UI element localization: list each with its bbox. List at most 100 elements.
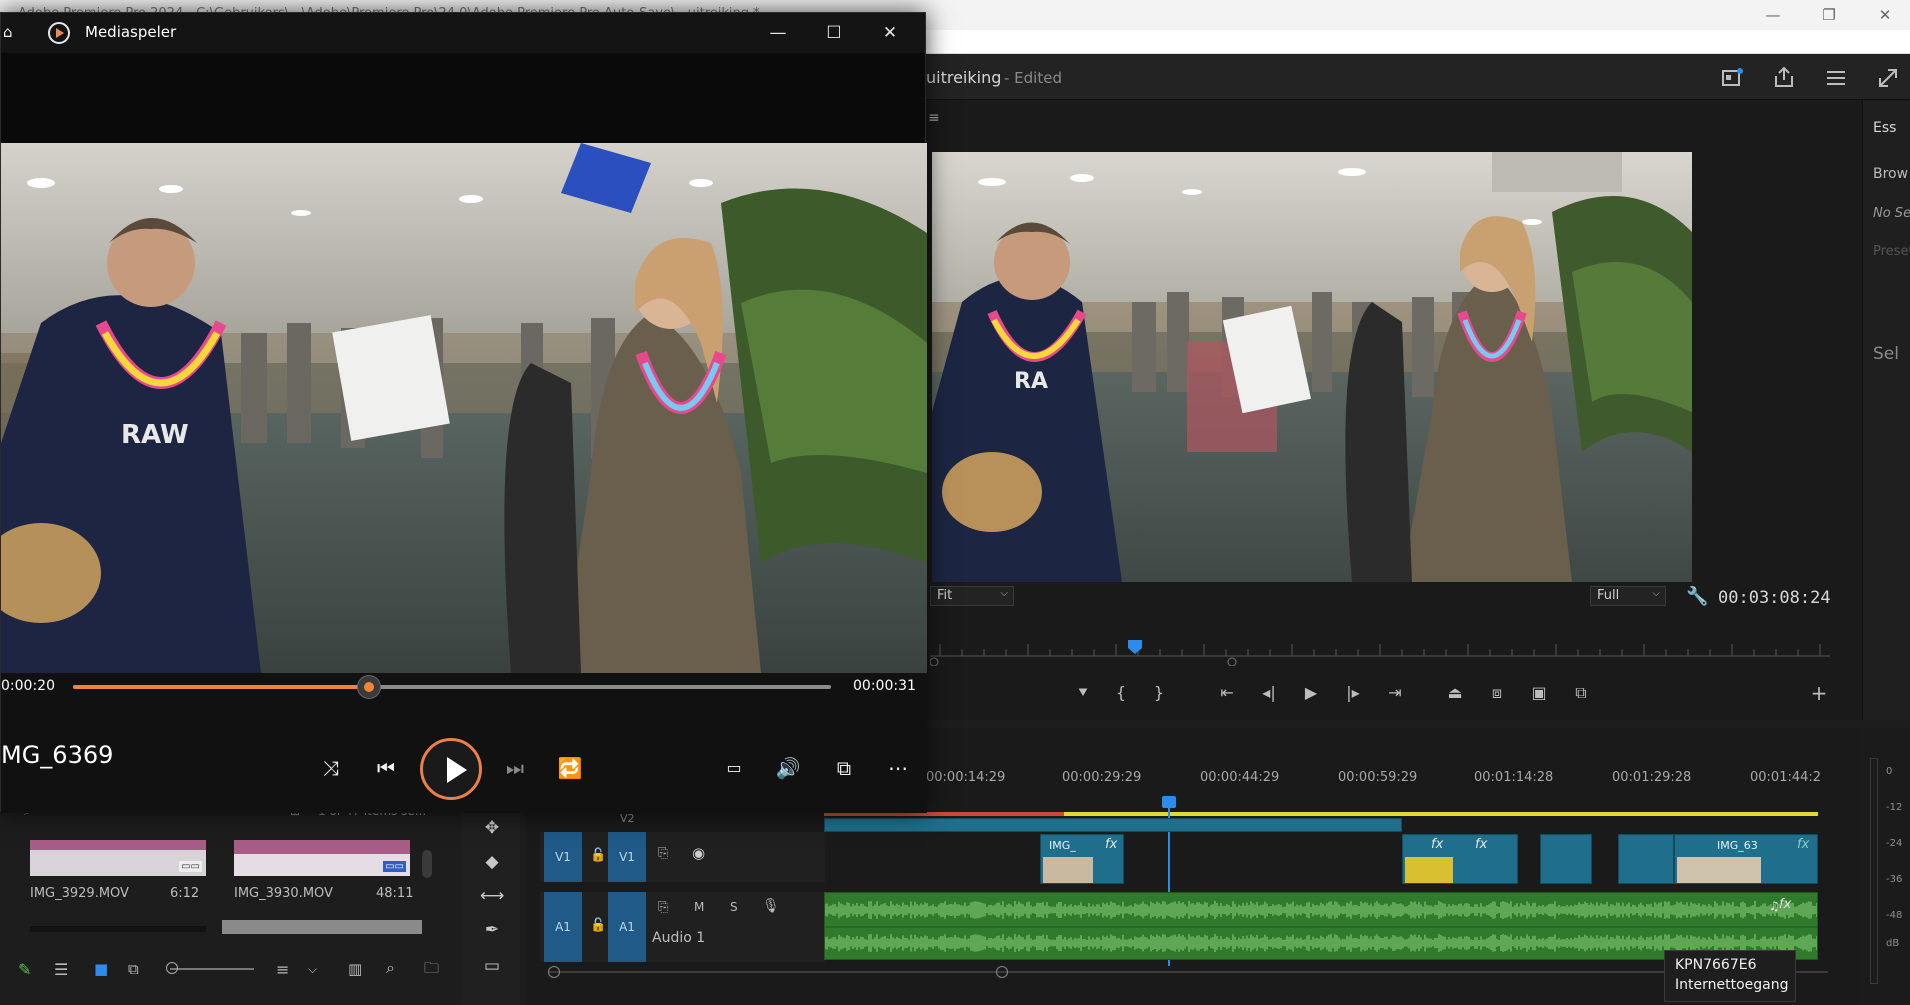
slip-icon[interactable]: ⟷ bbox=[480, 884, 504, 908]
fx-badge[interactable]: fx bbox=[1475, 837, 1487, 852]
solo-button[interactable]: S bbox=[730, 900, 738, 914]
a1-track-target[interactable]: A1 bbox=[608, 892, 646, 962]
button-editor-icon[interactable]: + bbox=[1806, 680, 1832, 706]
bin-scrollbar[interactable] bbox=[422, 850, 432, 878]
add-marker-icon[interactable]: ⯆ bbox=[1070, 680, 1096, 706]
new-bin-icon[interactable]: 🗀 bbox=[424, 958, 439, 983]
clip-thumbnail bbox=[1677, 857, 1761, 883]
timeline-scrollbar[interactable] bbox=[548, 966, 1828, 978]
video-clip[interactable] bbox=[1618, 834, 1674, 884]
v2-label: V2 bbox=[620, 812, 635, 825]
rectangle-icon[interactable]: ▭ bbox=[480, 954, 504, 978]
freeform-view-icon[interactable]: ⧉ bbox=[128, 960, 139, 978]
video-clip[interactable]: fx fx bbox=[1402, 834, 1518, 884]
extract-icon[interactable]: ⧈ bbox=[1484, 680, 1510, 706]
meter-label: -24 bbox=[1886, 838, 1903, 849]
icon-view-icon[interactable]: ■ bbox=[94, 960, 108, 978]
current-time: 0:00:20 bbox=[1, 678, 55, 694]
pencil-icon[interactable]: ✎ bbox=[18, 960, 31, 979]
step-back-icon[interactable]: ◂| bbox=[1256, 680, 1282, 706]
fx-badge[interactable]: fx bbox=[1105, 837, 1117, 852]
minimize-icon[interactable]: — bbox=[755, 17, 801, 49]
ripple-edit-icon[interactable]: ✥ bbox=[480, 816, 504, 840]
eye-icon[interactable]: ◉ bbox=[692, 844, 705, 862]
program-timecode[interactable]: 00:03:08:24 bbox=[1718, 588, 1831, 608]
previous-icon[interactable]: ⏮ bbox=[369, 751, 403, 785]
pen-icon[interactable]: ✒ bbox=[480, 918, 504, 942]
bin-thumbnail[interactable]: ▭▭ bbox=[234, 840, 410, 876]
more-options-icon[interactable]: ⋯ bbox=[881, 751, 915, 785]
network-tooltip: KPN7667E6 Internettoegang bbox=[1664, 950, 1796, 1002]
fx-badge[interactable]: fx bbox=[1779, 897, 1791, 912]
mark-out-icon[interactable]: } bbox=[1146, 680, 1172, 706]
panel-menu-icon[interactable]: ≡ bbox=[928, 110, 940, 126]
repeat-off-icon[interactable]: 🔁 bbox=[553, 751, 587, 785]
sync-lock-icon[interactable]: ⎘ bbox=[658, 846, 668, 861]
timeline-ruler[interactable]: 00:00:14:29 00:00:29:29 00:00:44:29 00:0… bbox=[920, 770, 1821, 810]
zoom-slider[interactable] bbox=[170, 968, 254, 970]
play-button[interactable] bbox=[420, 738, 482, 800]
zoom-slider-handle[interactable] bbox=[166, 962, 178, 974]
fx-badge[interactable]: fx bbox=[1431, 837, 1443, 852]
v1-source-patch[interactable]: V1 bbox=[544, 832, 582, 882]
essential-tab[interactable]: Ess bbox=[1873, 120, 1896, 136]
share-icon[interactable] bbox=[1770, 64, 1798, 92]
mute-button[interactable]: M bbox=[694, 900, 704, 914]
razor-icon[interactable]: ◆ bbox=[480, 850, 504, 874]
bin-item-name: IMG_3929.MOV bbox=[30, 886, 129, 901]
fullscreen-icon[interactable] bbox=[1874, 64, 1902, 92]
mark-in-icon[interactable]: { bbox=[1108, 680, 1134, 706]
next-icon[interactable]: ⏭ bbox=[498, 751, 532, 785]
microphone-icon[interactable]: 🎙 bbox=[762, 898, 780, 914]
comparison-view-icon[interactable]: ⧉ bbox=[1568, 680, 1594, 706]
maximize-icon[interactable]: ☐ bbox=[811, 17, 857, 49]
chevron-down-icon[interactable]: ⌵ bbox=[308, 962, 317, 977]
mini-player-icon[interactable]: ⧉ bbox=[827, 751, 861, 785]
volume-icon[interactable]: 🔊 bbox=[771, 751, 805, 785]
video-clip[interactable] bbox=[1540, 834, 1592, 884]
home-icon[interactable]: ⌂ bbox=[3, 23, 13, 41]
automate-to-sequence-icon[interactable]: ▥ bbox=[348, 960, 362, 978]
lift-icon[interactable]: ⏏ bbox=[1442, 680, 1468, 706]
media-player-video[interactable]: RAW bbox=[1, 143, 927, 673]
timecode-label: 00:00:14:29 bbox=[926, 770, 1006, 785]
export-frame-icon[interactable]: ▣ bbox=[1526, 680, 1552, 706]
lock-icon[interactable]: 🔓 bbox=[590, 848, 606, 863]
quality-select[interactable]: Full ⌵ bbox=[1590, 586, 1666, 606]
lock-icon[interactable]: 🔓 bbox=[590, 918, 606, 933]
v2-clip[interactable] bbox=[824, 818, 1402, 832]
step-forward-icon[interactable]: |▸ bbox=[1340, 680, 1366, 706]
a1-source-patch[interactable]: A1 bbox=[544, 892, 582, 962]
subtitles-icon[interactable]: ▭ bbox=[717, 751, 751, 785]
music-note-icon: ♫ bbox=[1769, 899, 1780, 913]
seek-bar-handle[interactable] bbox=[356, 675, 381, 699]
timecode-label: 00:01:14:28 bbox=[1474, 770, 1554, 785]
minimize-icon[interactable]: — bbox=[1758, 4, 1788, 26]
quick-export-icon[interactable] bbox=[1718, 64, 1746, 92]
v1-track-target[interactable]: V1 bbox=[608, 832, 646, 882]
fx-badge[interactable]: fx bbox=[1797, 837, 1809, 852]
sort-icon[interactable]: ≡ bbox=[276, 960, 289, 979]
restore-icon[interactable]: ❐ bbox=[1814, 4, 1844, 26]
fit-select[interactable]: Fit ⌵ bbox=[930, 586, 1014, 606]
go-to-in-icon[interactable]: ⇤ bbox=[1214, 680, 1240, 706]
workspaces-icon[interactable] bbox=[1822, 64, 1850, 92]
program-scrub-ruler[interactable] bbox=[930, 636, 1830, 666]
list-view-icon[interactable]: ☰ bbox=[54, 960, 68, 979]
sync-lock-icon[interactable]: ⎘ bbox=[658, 900, 668, 915]
browse-tab[interactable]: Brow bbox=[1873, 166, 1908, 182]
timecode-label: 00:00:29:29 bbox=[1062, 770, 1142, 785]
video-clip[interactable]: IMG_ fx bbox=[1040, 834, 1124, 884]
play-icon[interactable]: ▶ bbox=[1298, 680, 1324, 706]
shuffle-icon[interactable]: ⤨ bbox=[314, 751, 348, 785]
playhead-handle[interactable] bbox=[1162, 796, 1176, 808]
video-clip[interactable]: IMG_63 fx bbox=[1674, 834, 1818, 884]
thumb-strip bbox=[222, 920, 422, 934]
program-monitor-video[interactable]: RA bbox=[932, 152, 1692, 582]
wrench-icon[interactable]: 🔧 bbox=[1686, 586, 1708, 607]
find-icon[interactable]: ⌕ bbox=[386, 958, 395, 978]
close-icon[interactable]: ✕ bbox=[867, 17, 913, 49]
bin-thumbnail[interactable]: ▭▭ bbox=[30, 840, 206, 876]
go-to-out-icon[interactable]: ⇥ bbox=[1382, 680, 1408, 706]
close-icon[interactable]: ✕ bbox=[1870, 4, 1900, 26]
